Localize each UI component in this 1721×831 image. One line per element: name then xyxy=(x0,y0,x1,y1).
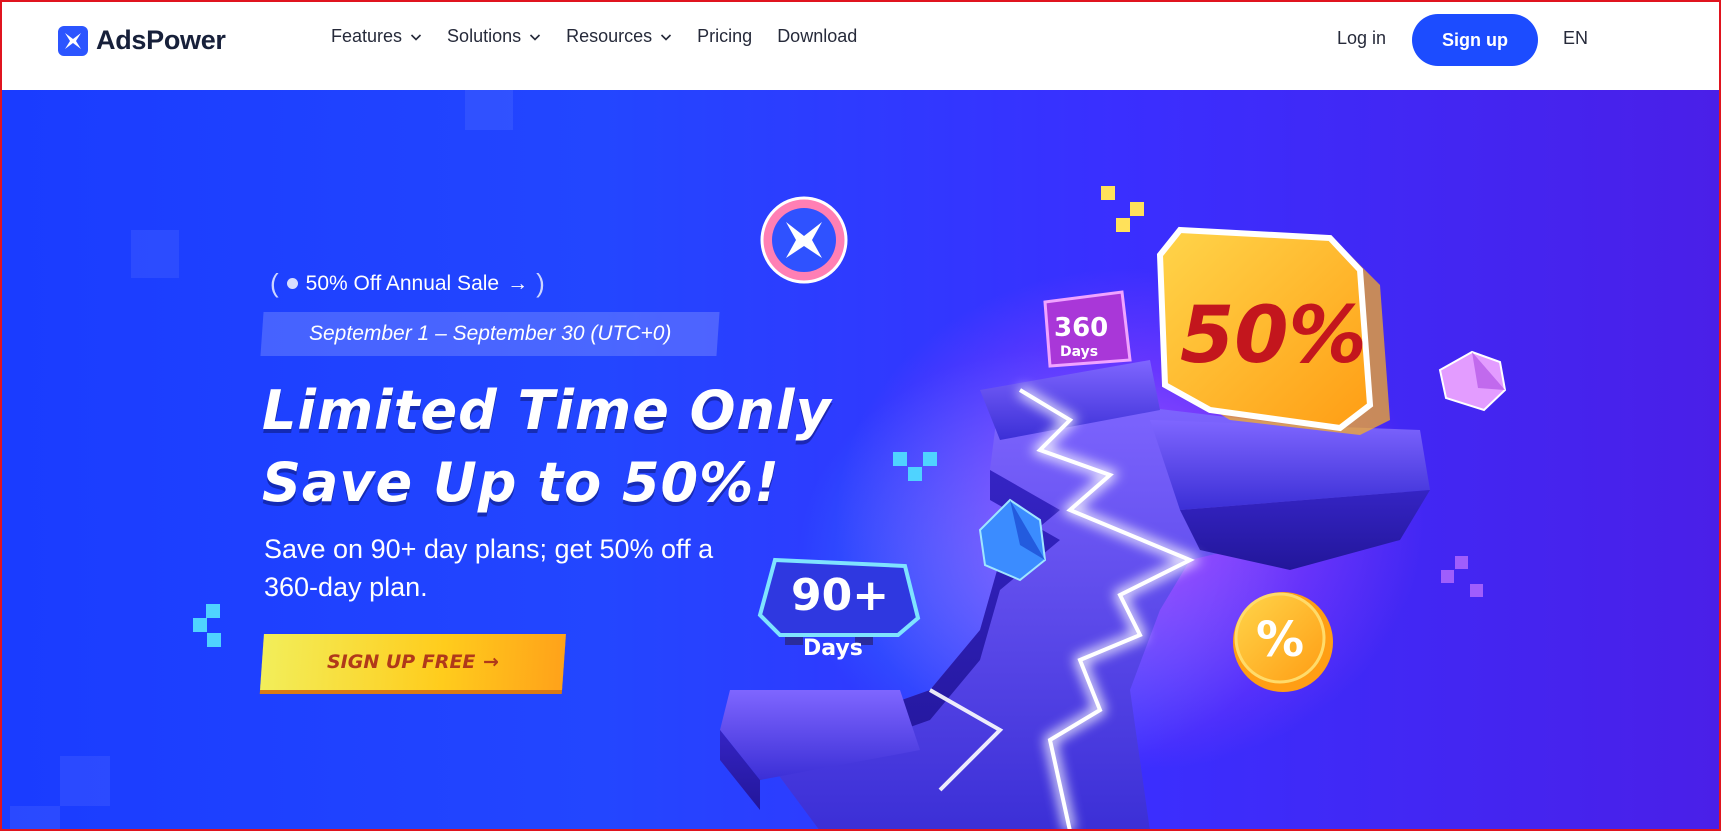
nav-solutions[interactable]: Solutions xyxy=(447,26,541,47)
badge-360-unit: Days xyxy=(1060,344,1098,360)
adspower-logo-icon xyxy=(58,25,88,56)
badge-50-text: 50% xyxy=(1180,291,1367,381)
sale-tag-text: 50% Off Annual Sale xyxy=(305,271,500,295)
arrow-right-icon: → xyxy=(507,271,529,295)
logo-text: AdsPower xyxy=(96,25,226,55)
nav-features-label: Features xyxy=(331,26,403,46)
sale-date-range: September 1 – September 30 (UTC+0) xyxy=(260,312,720,356)
coin-symbol: % xyxy=(1256,612,1304,668)
login-link[interactable]: Log in xyxy=(1337,28,1386,49)
date-range-text: September 1 – September 30 (UTC+0) xyxy=(308,322,672,345)
nav-solutions-label: Solutions xyxy=(447,26,522,46)
nav-resources-label: Resources xyxy=(566,26,653,46)
nav-download[interactable]: Download xyxy=(777,26,857,47)
hero-headline: Limited Time Only Save Up to 50%! xyxy=(262,375,832,519)
pixel-bits-pink xyxy=(1441,556,1483,597)
nav-download-label: Download xyxy=(777,26,858,46)
coin-percent: % xyxy=(1233,592,1333,692)
hero-subtext: Save on 90+ day plans; get 50% off a 360… xyxy=(264,534,714,602)
headline-line-1: Limited Time Only xyxy=(262,379,832,442)
cta-label: SIGN UP FREE xyxy=(326,651,476,673)
chevron-down-icon xyxy=(661,33,672,41)
signup-free-button[interactable]: SIGN UP FREE → xyxy=(260,634,566,690)
chevron-down-icon xyxy=(530,33,541,41)
headline-line-2: Save Up to 50%! xyxy=(262,451,780,514)
badge-50-percent: 50% xyxy=(1156,226,1390,435)
nav-resources[interactable]: Resources xyxy=(566,26,672,47)
main-nav: Features Solutions Resources Pricing Dow… xyxy=(331,26,857,47)
badge-90-unit: Days xyxy=(803,636,863,661)
arrow-right-icon: → xyxy=(483,651,500,673)
hero-illustration: 50% 360 Days 90+ Days % xyxy=(193,186,1507,831)
badge-360-days: 360 Days xyxy=(1043,290,1132,368)
nav-features[interactable]: Features xyxy=(331,26,422,47)
crystal-pink xyxy=(1438,350,1507,412)
badge-90-number: 90+ xyxy=(791,570,889,621)
pixel-bits-yellow xyxy=(1101,186,1144,232)
hero-banner: 50% 360 Days 90+ Days % (50% Off Annual… xyxy=(0,90,1721,831)
site-header: AdsPower Features Solutions Resources Pr… xyxy=(0,0,1721,90)
adspower-logo[interactable]: AdsPower xyxy=(58,25,226,56)
nav-pricing[interactable]: Pricing xyxy=(697,26,752,47)
nav-pricing-label: Pricing xyxy=(697,26,753,46)
chevron-down-icon xyxy=(410,33,422,41)
signup-button[interactable]: Sign up xyxy=(1412,14,1538,66)
adspower-medallion xyxy=(760,196,848,284)
annual-sale-tag[interactable]: ( 50% Off Annual Sale → ) xyxy=(270,268,545,299)
badge-360-number: 360 xyxy=(1054,313,1108,343)
bullet-dot-icon xyxy=(286,278,298,289)
language-selector[interactable]: EN xyxy=(1563,28,1588,49)
badge-90-days: 90+ Days xyxy=(757,557,921,661)
